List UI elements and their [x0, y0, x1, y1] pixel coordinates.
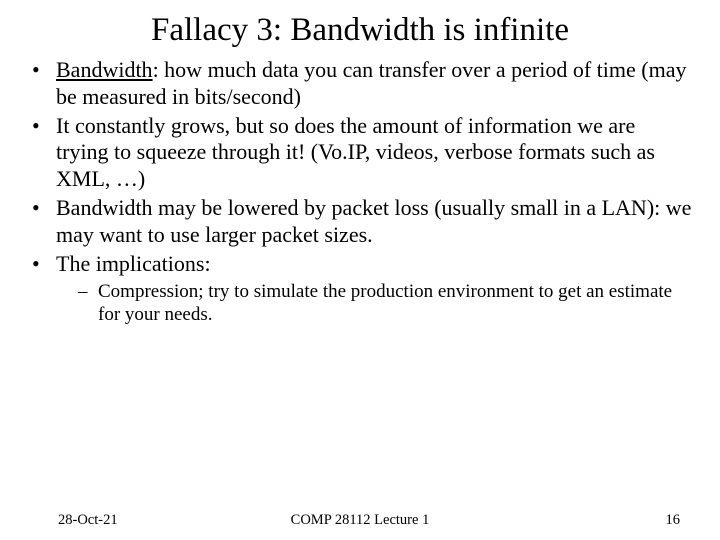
- slide-title: Fallacy 3: Bandwidth is infinite: [0, 0, 720, 57]
- bullet-item: Bandwidth: how much data you can transfe…: [28, 57, 692, 111]
- bullet-text: The implications:: [56, 251, 211, 276]
- bullet-text: Bandwidth may be lowered by packet loss …: [56, 195, 691, 247]
- bullet-item: Bandwidth may be lowered by packet loss …: [28, 195, 692, 249]
- footer-course: COMP 28112 Lecture 1: [0, 512, 720, 529]
- sub-bullet-item: Compression; try to simulate the product…: [76, 280, 692, 326]
- bullet-item: It constantly grows, but so does the amo…: [28, 113, 692, 193]
- bullet-list: Bandwidth: how much data you can transfe…: [28, 57, 692, 326]
- sub-bullet-list: Compression; try to simulate the product…: [56, 280, 692, 326]
- slide-body: Bandwidth: how much data you can transfe…: [0, 57, 720, 326]
- term-bandwidth: Bandwidth: [56, 57, 153, 82]
- bullet-text: It constantly grows, but so does the amo…: [56, 113, 655, 192]
- sub-bullet-text: Compression; try to simulate the product…: [98, 281, 672, 325]
- footer-page-number: 16: [666, 512, 681, 529]
- slide: Fallacy 3: Bandwidth is infinite Bandwid…: [0, 0, 720, 540]
- bullet-item: The implications: Compression; try to si…: [28, 251, 692, 326]
